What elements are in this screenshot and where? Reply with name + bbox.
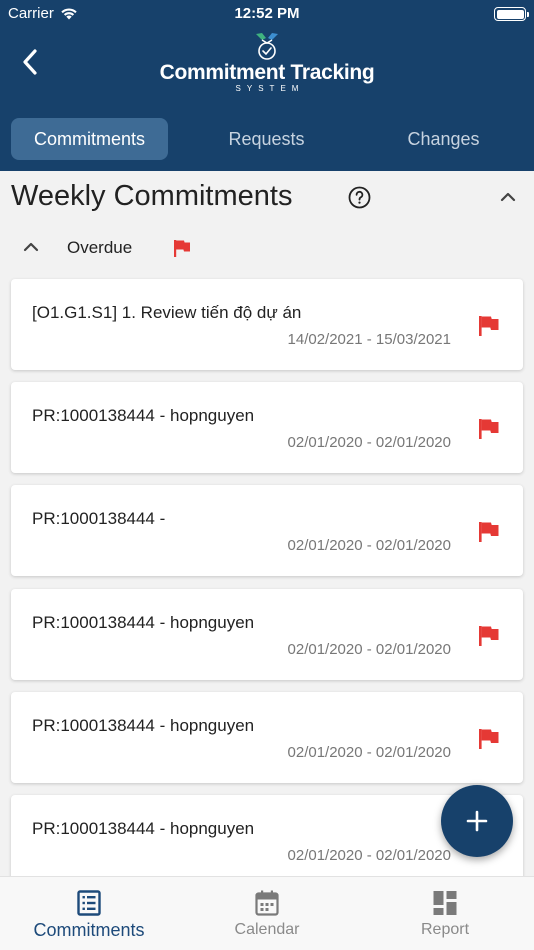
handshake-icon <box>256 33 278 60</box>
bottom-nav: Commitments Calendar Report <box>0 876 534 950</box>
section-title: Weekly Commitments <box>11 180 293 212</box>
commitment-date-range: 02/01/2020 - 02/01/2020 <box>287 537 451 554</box>
commitment-card[interactable]: PR:1000138444 - hopnguyen 02/01/2020 - 0… <box>11 692 523 783</box>
flag-icon <box>479 419 499 439</box>
commitment-title: PR:1000138444 - hopnguyen <box>32 819 255 838</box>
commitment-date-range: 02/01/2020 - 02/01/2020 <box>287 641 451 658</box>
commitment-date-range: 02/01/2020 - 02/01/2020 <box>287 847 451 864</box>
app-header: Commitment Tracking SYSTEM Commitments R… <box>0 28 534 171</box>
group-label: Overdue <box>67 238 133 257</box>
chevron-up-icon[interactable] <box>497 186 519 208</box>
status-bar: Carrier 12:52 PM <box>0 0 534 28</box>
commitment-title: PR:1000138444 - hopnguyen <box>32 406 255 425</box>
battery-icon <box>494 7 529 21</box>
commitment-title: PR:1000138444 - <box>32 509 166 528</box>
tab-changes[interactable]: Changes <box>365 118 522 160</box>
list-icon <box>77 890 101 916</box>
chevron-up-icon[interactable] <box>20 236 42 258</box>
commitment-date-range: 02/01/2020 - 02/01/2020 <box>287 434 451 451</box>
plus-icon <box>466 810 488 832</box>
flag-icon <box>479 626 499 646</box>
commitment-date-range: 14/02/2021 - 15/03/2021 <box>287 331 451 348</box>
commitment-card[interactable]: PR:1000138444 - 02/01/2020 - 02/01/2020 <box>11 485 523 576</box>
tab-bar: Commitments Requests Changes <box>0 118 534 160</box>
flag-icon <box>479 316 499 336</box>
nav-item-report[interactable]: Report <box>356 877 534 950</box>
dashboard-icon <box>433 891 457 915</box>
calendar-icon <box>255 890 279 916</box>
flag-icon <box>479 522 499 542</box>
commitment-card[interactable]: PR:1000138444 - hopnguyen 02/01/2020 - 0… <box>11 589 523 680</box>
commitment-title: PR:1000138444 - hopnguyen <box>32 716 255 735</box>
nav-label: Report <box>420 921 470 938</box>
commitment-card[interactable]: [O1.G1.S1] 1. Review tiến độ dự án 14/02… <box>11 279 523 370</box>
logo-subtitle: SYSTEM <box>235 84 305 93</box>
tab-commitments[interactable]: Commitments <box>11 118 168 160</box>
nav-item-calendar[interactable]: Calendar <box>178 877 356 950</box>
commitment-title: [O1.G1.S1] 1. Review tiến độ dự án <box>32 303 302 322</box>
nav-label: Calendar <box>234 921 300 938</box>
commitment-title: PR:1000138444 - hopnguyen <box>32 613 255 632</box>
app-logo: Commitment Tracking SYSTEM <box>0 30 534 94</box>
section-header: Weekly Commitments <box>0 171 534 225</box>
nav-item-commitments[interactable]: Commitments <box>0 877 178 950</box>
commitment-card[interactable]: PR:1000138444 - hopnguyen 02/01/2020 - 0… <box>11 382 523 473</box>
tab-requests[interactable]: Requests <box>188 118 345 160</box>
nav-label: Commitments <box>33 920 145 940</box>
help-icon[interactable] <box>348 186 371 209</box>
logo-title: Commitment Tracking <box>159 61 375 84</box>
flag-icon <box>174 240 190 257</box>
clock: 12:52 PM <box>234 5 300 22</box>
flag-icon <box>479 729 499 749</box>
commitment-date-range: 02/01/2020 - 02/01/2020 <box>287 744 451 761</box>
add-commitment-button[interactable] <box>441 785 513 857</box>
